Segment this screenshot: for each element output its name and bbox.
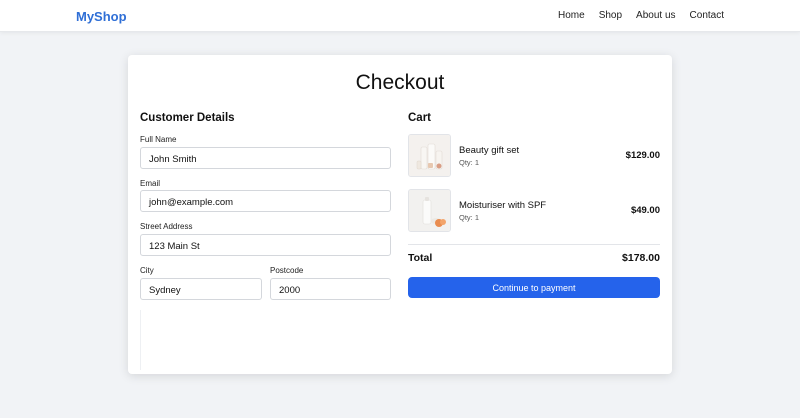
full-name-field[interactable]: John Smith bbox=[140, 147, 391, 169]
customer-details-heading: Customer Details bbox=[140, 112, 235, 124]
nav-link-home[interactable]: Home bbox=[558, 10, 585, 21]
brand-logo[interactable]: MyShop bbox=[76, 9, 127, 24]
cart-item-name: Beauty gift set bbox=[459, 145, 520, 156]
page-title: Checkout bbox=[355, 71, 445, 94]
nav-link-contact[interactable]: Contact bbox=[690, 10, 724, 21]
total-value: $178.00 bbox=[622, 252, 660, 264]
street-address-label: Street Address bbox=[140, 222, 193, 231]
email-label: Email bbox=[140, 179, 161, 188]
cart-item-qty: Qty: 1 bbox=[459, 213, 480, 222]
continue-to-payment-button[interactable]: Continue to payment bbox=[408, 277, 660, 298]
street-address-field[interactable]: 123 Main St bbox=[140, 234, 391, 256]
cart-divider bbox=[408, 244, 660, 245]
beauty-gift-set-thumbnail bbox=[408, 134, 451, 177]
full-name-label: Full Name bbox=[140, 135, 177, 144]
nav-links: Home Shop About us Contact bbox=[544, 10, 724, 21]
nav-link-shop[interactable]: Shop bbox=[599, 10, 622, 21]
top-navbar: MyShop Home Shop About us Contact bbox=[0, 0, 800, 32]
moisturiser-thumbnail bbox=[408, 189, 451, 232]
cart-item: Moisturiser with SPF Qty: 1 $49.00 bbox=[408, 189, 660, 233]
email-field[interactable]: john@example.com bbox=[140, 190, 391, 212]
city-field[interactable]: Sydney bbox=[140, 278, 262, 300]
cart-item-name: Moisturiser with SPF bbox=[459, 200, 547, 211]
cart-heading: Cart bbox=[408, 112, 432, 124]
left-edge-divider bbox=[140, 310, 141, 370]
cart-item-qty: Qty: 1 bbox=[459, 158, 480, 167]
city-label: City bbox=[140, 266, 154, 275]
cart-item-price: $129.00 bbox=[625, 150, 660, 161]
cart-item: Beauty gift set Qty: 1 $129.00 bbox=[408, 134, 660, 178]
postcode-field[interactable]: 2000 bbox=[270, 278, 391, 300]
cart-item-price: $49.00 bbox=[630, 205, 660, 216]
checkout-card: Checkout Customer Details Full Name John… bbox=[128, 55, 672, 374]
nav-link-about[interactable]: About us bbox=[636, 10, 675, 21]
postcode-label: Postcode bbox=[270, 266, 304, 275]
